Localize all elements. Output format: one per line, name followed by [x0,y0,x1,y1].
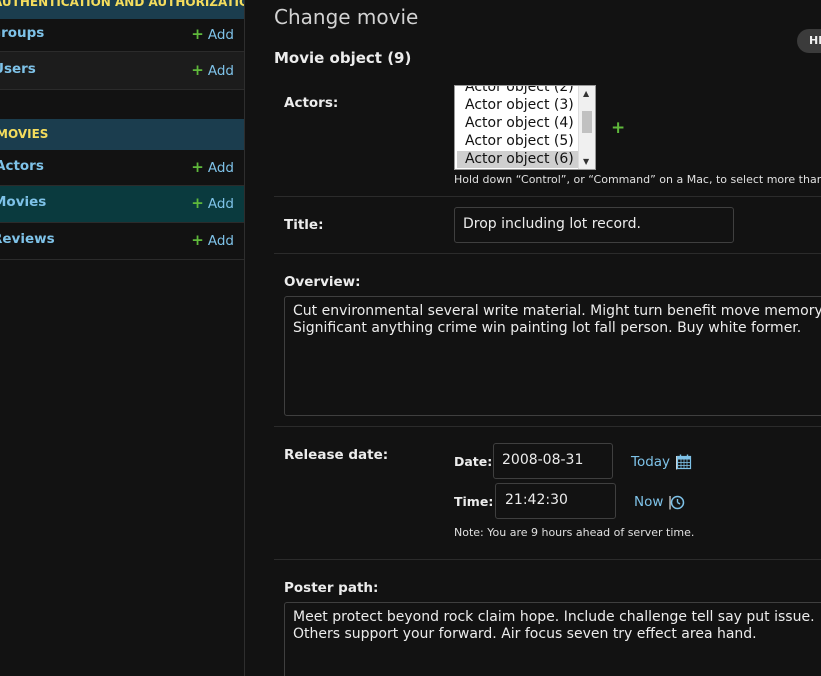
timezone-note: Note: You are 9 hours ahead of server ti… [454,526,695,539]
actors-link[interactable]: Actors [0,158,44,174]
poster-path-label: Poster path: [284,580,379,596]
actors-add-link[interactable]: + Add [191,158,234,176]
actor-option-selected[interactable]: Actor object (6) [457,151,579,168]
add-plus-icon: + [191,231,204,249]
sidebar-item-actors: Actors + Add [0,150,244,186]
sidebar-item-users: Users +Add [0,52,244,90]
history-button[interactable]: HISTORY [797,29,821,53]
date-input[interactable]: 2008-08-31 [493,443,613,479]
now-link-text[interactable]: Now [634,494,663,510]
time-sublabel: Time: [454,494,494,509]
sidebar-nav: AUTHENTICATION AND AUTHORIZATION Groups … [0,0,245,676]
main-content: Change movie HISTORY Movie object (9) Ac… [245,0,821,676]
add-plus-icon: + [191,158,204,176]
overview-textarea[interactable]: Cut environmental several write material… [284,296,821,416]
title-label: Title: [284,217,324,233]
row-divider [274,253,821,254]
actors-multiselect[interactable]: Actor object (2) Actor object (3) Actor … [454,85,596,170]
groups-add-label[interactable]: Add [208,27,234,43]
actors-label: Actors: [284,95,339,111]
add-plus-icon: + [191,25,204,43]
now-link[interactable]: Now | [634,494,672,510]
row-divider [274,559,821,560]
groups-add-link[interactable]: + Add [191,25,234,43]
row-divider [274,426,821,427]
release-date-label: Release date: [284,447,389,463]
movies-caption-text[interactable]: MOVIES [0,120,48,149]
add-plus-icon: + [191,61,204,79]
add-actor-plus-icon[interactable]: + [611,118,625,138]
sidebar-item-reviews: Reviews +Add [0,223,244,260]
multiselect-scrollbar[interactable]: ▲ ▼ [578,86,595,169]
clock-icon[interactable] [670,495,685,510]
sidebar-item-movies: Movies +Add [0,186,244,223]
scrollbar-thumb[interactable] [582,111,592,133]
today-link[interactable]: Today | [631,454,679,470]
movies-link[interactable]: Movies [0,194,46,210]
today-link-text[interactable]: Today [631,454,670,470]
scroll-up-arrow-icon[interactable]: ▲ [583,89,589,98]
date-sublabel: Date: [454,454,493,469]
page-title: Change movie [274,5,419,29]
poster-path-textarea[interactable]: Meet protect beyond rock claim hope. Inc… [284,602,821,676]
reviews-add-link[interactable]: + Add [191,231,234,249]
actor-option[interactable]: Actor object (4) [457,115,579,132]
users-add-label[interactable]: Add [208,63,234,79]
sidebar-item-groups: Groups +Add [0,16,244,52]
actor-option[interactable]: Actor object (3) [457,97,579,114]
title-input[interactable]: Drop including lot record. [454,207,734,243]
overview-label: Overview: [284,274,361,290]
reviews-add-label[interactable]: Add [208,233,234,249]
calendar-icon[interactable] [676,454,692,470]
movies-module-caption[interactable]: MOVIES [0,119,244,150]
actors-add-label[interactable]: Add [208,160,234,176]
actor-option[interactable]: Actor object (2) [457,86,579,96]
object-title: Movie object (9) [274,49,412,67]
auth-caption-text[interactable]: AUTHENTICATION AND AUTHORIZATION [0,0,244,17]
movies-add-label[interactable]: Add [208,196,234,212]
actor-option[interactable]: Actor object (5) [457,133,579,150]
add-plus-icon: + [191,194,204,212]
users-link[interactable]: Users [0,61,36,77]
row-divider [274,196,821,197]
time-input[interactable]: 21:42:30 [495,483,616,519]
scroll-down-arrow-icon[interactable]: ▼ [583,157,589,166]
groups-link[interactable]: Groups [0,25,44,41]
reviews-link[interactable]: Reviews [0,231,55,247]
movies-add-link[interactable]: + Add [191,194,234,212]
users-add-link[interactable]: + Add [191,61,234,79]
actors-help-text: Hold down “Control”, or “Command” on a M… [454,173,821,186]
